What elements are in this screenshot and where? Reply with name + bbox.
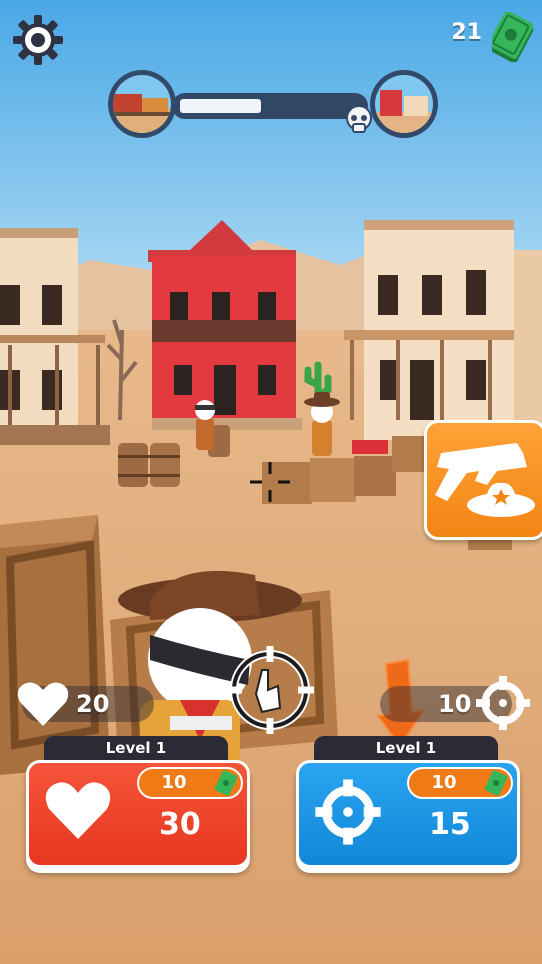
right-building: [344, 220, 542, 450]
revolver-hat-icon: [435, 443, 535, 517]
health-level-label: Level 1: [44, 736, 228, 762]
aim-upgrade-value: 15: [429, 807, 471, 842]
heart-icon: [45, 782, 111, 839]
crosshair-icon: [476, 676, 530, 730]
enemy-bandit-left: [195, 400, 215, 450]
red-building: [148, 220, 302, 430]
health-cost-pill: 10: [137, 767, 243, 799]
cash-bill-icon: [484, 770, 508, 796]
aim-level-label: Level 1: [314, 736, 498, 762]
train-station-icon: [108, 70, 176, 138]
health-stat-value: 20: [76, 690, 110, 718]
aim-upgrade-button[interactable]: 10 15: [296, 760, 520, 868]
cash-bill-icon: [214, 770, 238, 796]
aim-cost-pill: 10: [407, 767, 513, 799]
aim-cost-value: 10: [431, 772, 457, 793]
gear-icon[interactable]: [12, 14, 64, 66]
aim-stat-value: 10: [438, 690, 472, 718]
level-progress-fill: [180, 99, 261, 113]
heart-icon: [17, 682, 69, 726]
skull-icon: [346, 106, 372, 133]
health-cost-value: 10: [161, 772, 187, 793]
cash-bill-icon: [492, 12, 534, 62]
health-upgrade-value: 30: [159, 807, 201, 842]
money-amount: 21: [451, 20, 482, 45]
western-town-icon: [370, 70, 438, 138]
health-upgrade-button[interactable]: 10 30: [26, 760, 250, 868]
weapon-shop-button[interactable]: [424, 420, 542, 540]
crosshair-icon: [315, 779, 381, 845]
